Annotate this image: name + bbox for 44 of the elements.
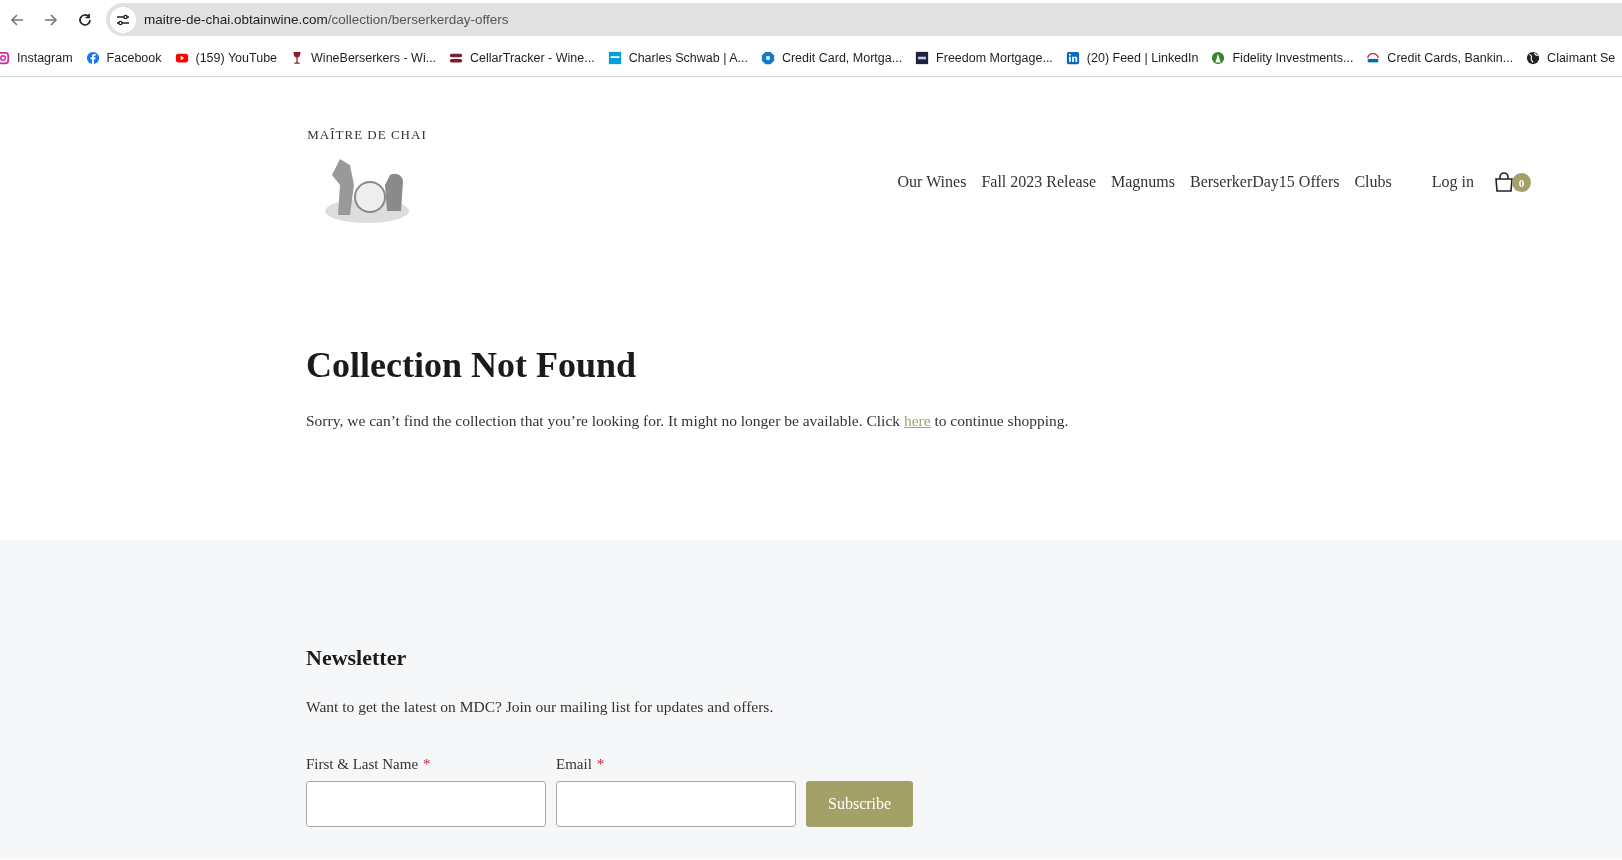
bookmark[interactable]: Credit Cards, Bankin... (1366, 50, 1514, 65)
bookmark[interactable]: Credit Card, Mortga... (760, 50, 903, 65)
bookmark[interactable]: Instagram (0, 50, 73, 65)
nav-link[interactable]: Fall 2023 Release (981, 173, 1096, 191)
field-label: First & Last Name * (306, 756, 432, 773)
nav-link[interactable]: Magnums (1111, 173, 1175, 191)
bookmark[interactable]: (20) Feed | LinkedIn (1065, 50, 1199, 65)
input-field[interactable] (556, 781, 796, 827)
arc-icon (1366, 50, 1381, 65)
not-found-message: Sorry, we can’t find the collection that you’re looking for. It might no longer be available. Click here to continue shopping. (306, 412, 1070, 430)
bookmark[interactable]: (159) YouTube (174, 50, 278, 65)
back-icon[interactable] (10, 12, 24, 27)
url-text: maitre-de-chai.obtainwine.com/collection/berserkerday-offers (144, 12, 509, 27)
newsletter-title: Newsletter (306, 645, 408, 671)
bookmark[interactable]: Facebook (85, 50, 162, 65)
reload-icon[interactable] (78, 12, 92, 27)
dark-square-icon (915, 50, 930, 65)
bookmark[interactable]: CellarTracker - Wine... (449, 50, 595, 65)
field-label: Email * (556, 756, 606, 773)
nav-link[interactable]: Clubs (1354, 173, 1392, 191)
shopping-bag-icon[interactable] (1494, 172, 1514, 192)
login-link[interactable]: Log in (1431, 173, 1474, 191)
bookmark[interactable]: Charles Schwab | A... (607, 50, 748, 65)
newsletter-description: Want to get the latest on MDC? Join our mailing list for updates and offers. (306, 698, 775, 716)
nav-link[interactable]: BerserkerDay15 Offers (1190, 173, 1340, 191)
square-icon (607, 50, 622, 65)
cart-count-badge: 0 (1512, 173, 1531, 192)
octagon-icon (760, 50, 775, 65)
circle-f-icon (85, 50, 100, 65)
sliders-icon[interactable] (116, 13, 130, 26)
nav-link[interactable]: Our Wines (897, 173, 967, 191)
bookmark[interactable]: Fidelity Investments... (1211, 50, 1354, 65)
bookmark[interactable]: Claimant Se (1526, 50, 1616, 65)
address-bar[interactable]: maitre-de-chai.obtainwine.com/collection/berserkerday-offers (106, 3, 1622, 36)
camera-icon (0, 50, 10, 65)
in-square-icon (1065, 50, 1080, 65)
page-title: Collection Not Found (306, 344, 637, 386)
pyramid-circle-icon (1211, 50, 1226, 65)
bookmark[interactable]: WineBerserkers - Wi... (290, 50, 437, 65)
forward-icon[interactable] (44, 12, 58, 27)
bookmark[interactable]: Freedom Mortgage... (915, 50, 1053, 65)
input-field[interactable] (306, 781, 546, 827)
logo-text[interactable]: MAÎTRE DE CHAI (307, 127, 427, 143)
globe-icon (1526, 50, 1541, 65)
